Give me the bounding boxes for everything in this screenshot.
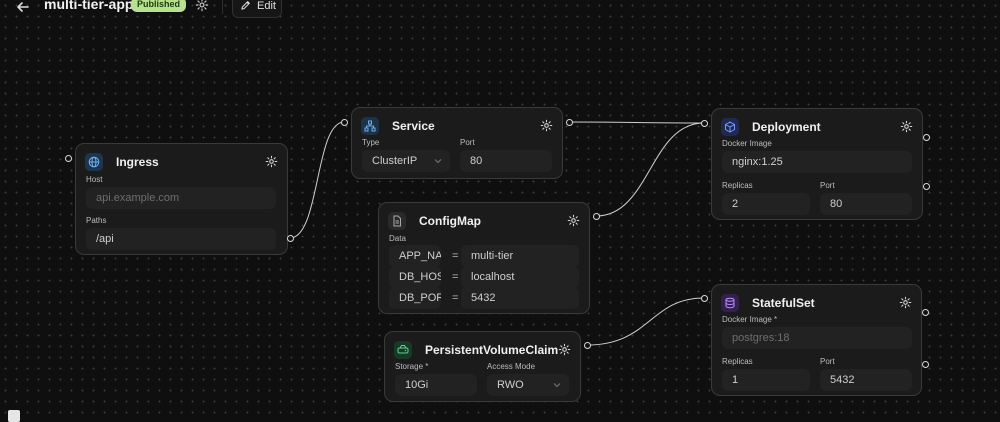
port-input[interactable]: 80 <box>460 150 552 172</box>
docker-image-input[interactable]: postgres:18 <box>722 327 912 349</box>
ingress-input-port[interactable] <box>65 155 72 162</box>
pvc-node[interactable]: PersistentVolumeClaim Storage * 10Gi Acc… <box>384 331 581 402</box>
configmap-value-input[interactable]: multi-tier <box>461 245 579 267</box>
statefulset-output-port[interactable] <box>922 361 929 368</box>
statefulset-input-port[interactable] <box>701 295 708 302</box>
equals-sign: = <box>452 271 459 283</box>
ingress-title: Ingress <box>116 155 159 169</box>
wire-ingress-service <box>289 121 345 239</box>
storage-input[interactable]: 10Gi <box>395 374 477 396</box>
service-output-port[interactable] <box>566 119 573 126</box>
access-mode-select[interactable]: RWO <box>487 374 569 396</box>
statefulset-output-port[interactable] <box>922 309 929 316</box>
replicas-input[interactable]: 2 <box>722 193 810 215</box>
port-input[interactable]: 80 <box>820 193 912 215</box>
service-node[interactable]: Service Type ClusterIP Port 80 <box>351 107 563 179</box>
statefulset-title: StatefulSet <box>752 296 815 310</box>
configmap-output-port[interactable] <box>593 213 600 220</box>
hard-drive-icon <box>394 341 412 359</box>
port-input[interactable]: 5432 <box>820 369 912 391</box>
configmap-key-input[interactable]: DB_HOS <box>389 266 441 288</box>
pvc-gear-icon[interactable] <box>558 343 571 356</box>
host-label: Host <box>86 175 103 184</box>
replicas-label: Replicas <box>722 357 753 366</box>
network-icon <box>361 117 379 135</box>
configmap-key-input[interactable]: APP_NA <box>389 245 441 267</box>
statefulset-gear-icon[interactable] <box>899 296 912 309</box>
statefulset-node[interactable]: StatefulSet Docker Image * postgres:18 R… <box>711 284 922 396</box>
type-select[interactable]: ClusterIP <box>362 150 450 172</box>
ingress-node[interactable]: Ingress Host api.example.com Paths /api <box>75 143 288 255</box>
globe-icon <box>85 153 103 171</box>
configmap-title: ConfigMap <box>419 214 481 228</box>
configmap-value-input[interactable]: 5432 <box>461 287 579 309</box>
deployment-input-port[interactable] <box>701 120 708 127</box>
pvc-title: PersistentVolumeClaim <box>425 343 559 357</box>
port-label: Port <box>820 181 835 190</box>
type-select-value: ClusterIP <box>372 155 418 167</box>
ingress-output-port[interactable] <box>287 235 294 242</box>
canvas-control-icon[interactable] <box>8 410 20 422</box>
replicas-input[interactable]: 1 <box>722 369 810 391</box>
chevron-down-icon <box>553 383 561 388</box>
pvc-output-port[interactable] <box>584 342 591 349</box>
equals-sign: = <box>452 250 459 262</box>
storage-label: Storage * <box>395 362 429 371</box>
port-label: Port <box>820 357 835 366</box>
configmap-node[interactable]: ConfigMap Data APP_NA = multi-tier DB_HO… <box>378 202 590 314</box>
file-icon <box>388 212 406 230</box>
equals-sign: = <box>452 292 459 304</box>
docker-image-label: Docker Image * <box>722 315 778 324</box>
service-gear-icon[interactable] <box>540 119 553 132</box>
configmap-gear-icon[interactable] <box>567 214 580 227</box>
chevron-down-icon <box>434 159 442 164</box>
wire-pvc-statefulset <box>586 297 705 346</box>
service-title: Service <box>392 119 435 133</box>
configmap-key-input[interactable]: DB_POR <box>389 287 441 309</box>
access-mode-value: RWO <box>497 379 524 391</box>
type-label: Type <box>362 138 380 147</box>
access-mode-label: Access Mode <box>487 362 536 371</box>
service-input-port[interactable] <box>341 119 348 126</box>
deployment-title: Deployment <box>752 120 821 134</box>
deployment-gear-icon[interactable] <box>900 120 913 133</box>
docker-image-input[interactable]: nginx:1.25 <box>722 151 912 173</box>
deployment-output-port[interactable] <box>923 134 930 141</box>
deployment-node[interactable]: Deployment Docker Image nginx:1.25 Repli… <box>711 108 923 220</box>
data-label: Data <box>389 234 406 243</box>
docker-image-label: Docker Image <box>722 139 772 148</box>
host-input[interactable]: api.example.com <box>86 187 276 209</box>
port-label: Port <box>460 138 475 147</box>
deployment-output-port[interactable] <box>923 183 930 190</box>
configmap-value-input[interactable]: localhost <box>461 266 579 288</box>
database-icon <box>721 294 739 312</box>
box-icon <box>721 118 739 136</box>
ingress-gear-icon[interactable] <box>265 155 278 168</box>
paths-label: Paths <box>86 216 107 225</box>
replicas-label: Replicas <box>722 181 753 190</box>
wire-configmap-deployment <box>595 122 705 217</box>
wire-service-deployment <box>568 121 705 124</box>
paths-input[interactable]: /api <box>86 228 276 250</box>
